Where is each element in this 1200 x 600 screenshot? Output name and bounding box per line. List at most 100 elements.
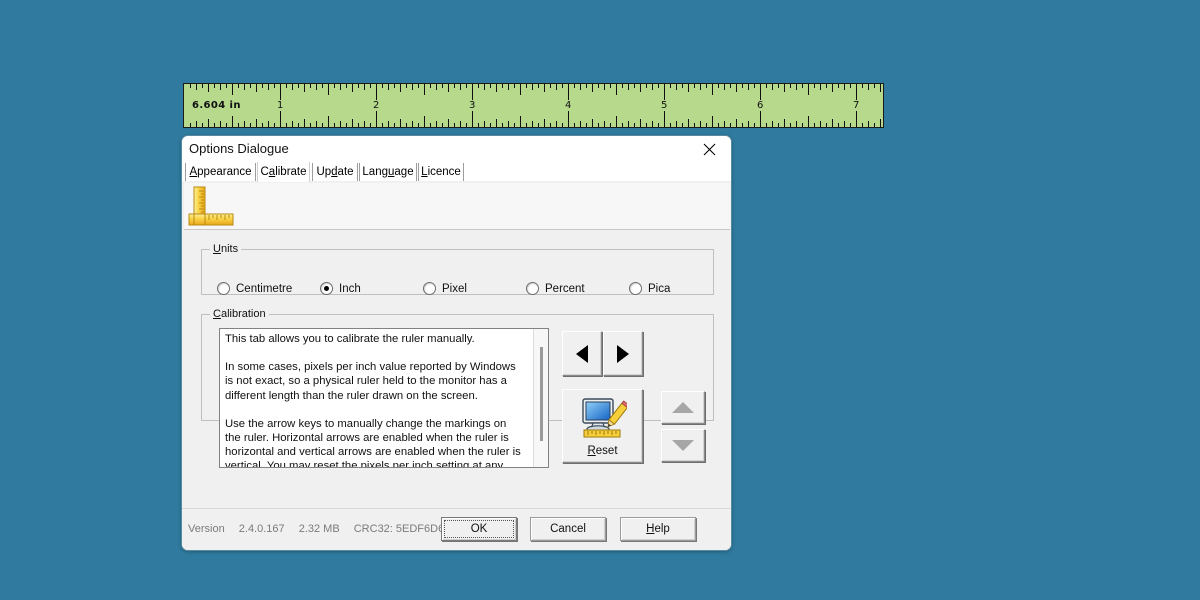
tab-update[interactable]: Update xyxy=(312,163,358,181)
radio-pixel[interactable]: Pixel xyxy=(423,282,467,295)
ruler-tick xyxy=(772,84,773,90)
ruler-tick xyxy=(760,84,761,100)
ruler-tick xyxy=(622,84,623,88)
ruler-tick xyxy=(880,119,881,127)
tab-language[interactable]: Language xyxy=(359,163,417,181)
ruler-tick xyxy=(196,121,197,127)
ruler-tick xyxy=(718,123,719,127)
ruler-tick xyxy=(472,84,473,100)
ruler-tick xyxy=(400,84,401,92)
ruler-tick xyxy=(682,84,683,88)
ruler-tick xyxy=(628,121,629,127)
ruler-number-label: 7 xyxy=(853,100,860,111)
ruler-tick xyxy=(706,123,707,127)
monitor-pencil-ruler-icon xyxy=(579,396,630,443)
title-bar[interactable]: Options Dialogue xyxy=(182,136,731,163)
ruler-tick xyxy=(820,121,821,127)
ruler-tick xyxy=(346,84,347,88)
ruler-tick xyxy=(238,123,239,127)
calibration-help-textbox[interactable]: This tab allows you to calibrate the rul… xyxy=(219,328,549,468)
ruler-tick xyxy=(508,121,509,127)
ruler-tick xyxy=(436,121,437,127)
ruler-tick xyxy=(802,84,803,88)
close-icon[interactable] xyxy=(687,136,731,163)
ruler-tick xyxy=(724,121,725,127)
ruler-tick xyxy=(814,123,815,127)
ruler-tick xyxy=(328,116,329,127)
scrollbar-thumb[interactable] xyxy=(540,347,543,441)
radio-inch[interactable]: Inch xyxy=(320,282,361,295)
ruler-tick xyxy=(658,84,659,88)
ruler-tick xyxy=(742,123,743,127)
ruler-tick xyxy=(730,84,731,88)
radio-indicator[interactable] xyxy=(320,282,333,295)
tab-appearance[interactable]: Appearance xyxy=(185,163,256,181)
radio-label: Centimetre xyxy=(236,282,293,295)
tab-label: Licence xyxy=(421,166,461,178)
ruler-tick xyxy=(700,121,701,127)
ruler-tick xyxy=(334,123,335,127)
ruler-tick xyxy=(580,121,581,127)
ruler-tick xyxy=(748,121,749,127)
ok-button[interactable]: OK xyxy=(441,517,517,541)
help-button[interactable]: Help xyxy=(620,517,696,541)
ok-button-label: OK xyxy=(444,520,514,538)
ruler-tick xyxy=(286,84,287,88)
radio-pica[interactable]: Pica xyxy=(629,282,670,295)
ruler-tick xyxy=(268,121,269,127)
horizontal-ruler[interactable]: 6.604 in 1 2 3 4 5 6 7 xyxy=(183,83,884,128)
ruler-tick xyxy=(772,121,773,127)
textbox-scrollbar[interactable] xyxy=(533,329,548,467)
tab-calibrate[interactable]: Calibrate xyxy=(257,162,310,182)
reset-button[interactable]: Reset xyxy=(562,389,643,463)
ruler-tick xyxy=(520,84,521,95)
ruler-tick xyxy=(208,119,209,127)
arrow-right-icon xyxy=(617,344,629,363)
options-dialog-window: Options Dialogue Appearance Calibrate Upda… xyxy=(181,135,732,551)
ruler-tick xyxy=(286,123,287,127)
ruler-tick xyxy=(256,84,257,92)
ruler-tick xyxy=(358,84,359,88)
ruler-tick xyxy=(430,84,431,88)
ruler-tick xyxy=(712,116,713,127)
help-button-label: Help xyxy=(646,523,670,535)
ruler-tick xyxy=(556,121,557,127)
calibration-group-legend: Calibration xyxy=(213,308,266,320)
ruler-tick xyxy=(568,84,569,100)
radio-centimetre[interactable]: Centimetre xyxy=(217,282,292,295)
arrow-right-button[interactable] xyxy=(603,331,643,376)
ruler-tick xyxy=(478,123,479,127)
ruler-tick xyxy=(808,116,809,127)
ruler-tick xyxy=(208,84,209,92)
radio-indicator[interactable] xyxy=(526,282,539,295)
radio-indicator[interactable] xyxy=(217,282,230,295)
ruler-number-label: 2 xyxy=(373,100,380,111)
cancel-button[interactable]: Cancel xyxy=(530,517,606,541)
ruler-tick xyxy=(274,123,275,127)
ruler-tick xyxy=(694,123,695,127)
radio-indicator[interactable] xyxy=(423,282,436,295)
ruler-tick xyxy=(706,84,707,88)
radio-indicator[interactable] xyxy=(629,282,642,295)
ruler-tick xyxy=(412,121,413,127)
ruler-tick xyxy=(376,84,377,100)
ruler-tick xyxy=(826,84,827,88)
ruler-tick xyxy=(646,123,647,127)
arrow-left-button[interactable] xyxy=(562,331,602,376)
arrow-down-button[interactable] xyxy=(661,429,705,462)
ruler-tick xyxy=(766,123,767,127)
radio-percent[interactable]: Percent xyxy=(526,282,585,295)
ruler-tick xyxy=(574,123,575,127)
tab-licence[interactable]: Licence xyxy=(418,163,464,181)
ruler-tick xyxy=(838,84,839,88)
radio-label: Pixel xyxy=(442,282,467,295)
ruler-tick xyxy=(640,84,641,92)
ruler-tick xyxy=(448,84,449,92)
version-value: 2.4.0.167 xyxy=(238,523,285,535)
ruler-tick xyxy=(628,84,629,90)
arrow-up-button[interactable] xyxy=(661,391,705,424)
help-paragraph: In some cases, pixels per inch value rep… xyxy=(225,361,516,402)
ruler-tick xyxy=(220,84,221,90)
tab-strip: Appearance Calibrate Update Language Licence xyxy=(182,162,731,182)
ruler-tick xyxy=(754,84,755,88)
